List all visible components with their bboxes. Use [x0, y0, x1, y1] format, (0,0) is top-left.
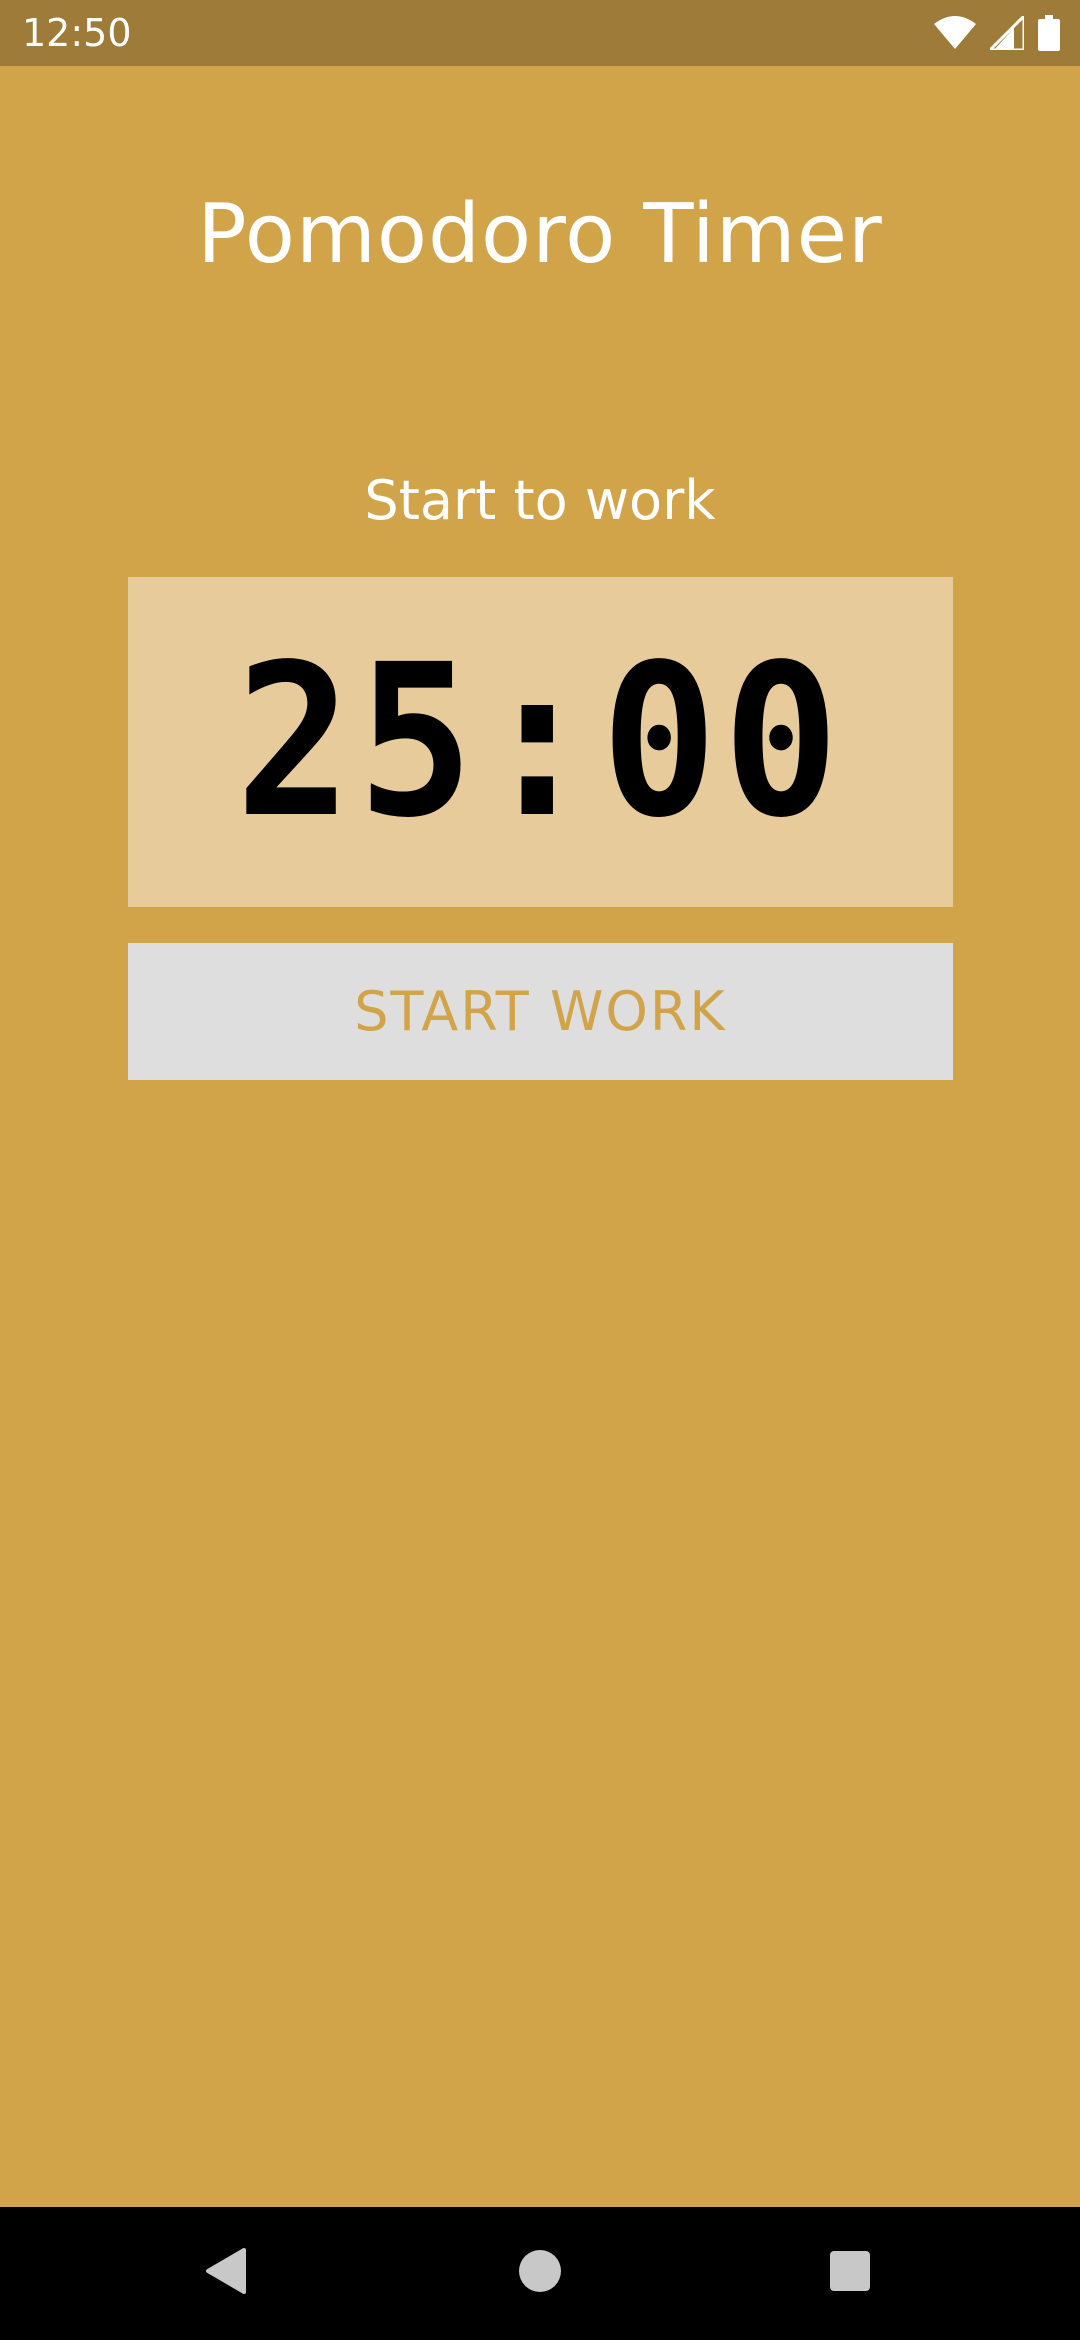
cellular-signal-icon [990, 16, 1024, 50]
home-icon [518, 2249, 562, 2298]
navigation-bar [0, 2207, 1080, 2340]
recents-icon [829, 2250, 871, 2297]
page-title: Pomodoro Timer [197, 187, 883, 282]
recents-button[interactable] [770, 2207, 930, 2340]
start-work-button[interactable]: START WORK [128, 943, 953, 1080]
status-bar: 12:50 [0, 0, 1080, 66]
timer-box: 25:00 [128, 577, 953, 907]
home-button[interactable] [460, 2207, 620, 2340]
status-icons [934, 14, 1060, 52]
battery-icon [1038, 15, 1060, 51]
status-time: 12:50 [22, 11, 132, 55]
timer-subtitle: Start to work [364, 469, 716, 532]
wifi-icon [934, 16, 976, 50]
back-button[interactable] [146, 2207, 306, 2340]
back-icon [204, 2248, 248, 2299]
timer-display: 25:00 [235, 619, 846, 864]
